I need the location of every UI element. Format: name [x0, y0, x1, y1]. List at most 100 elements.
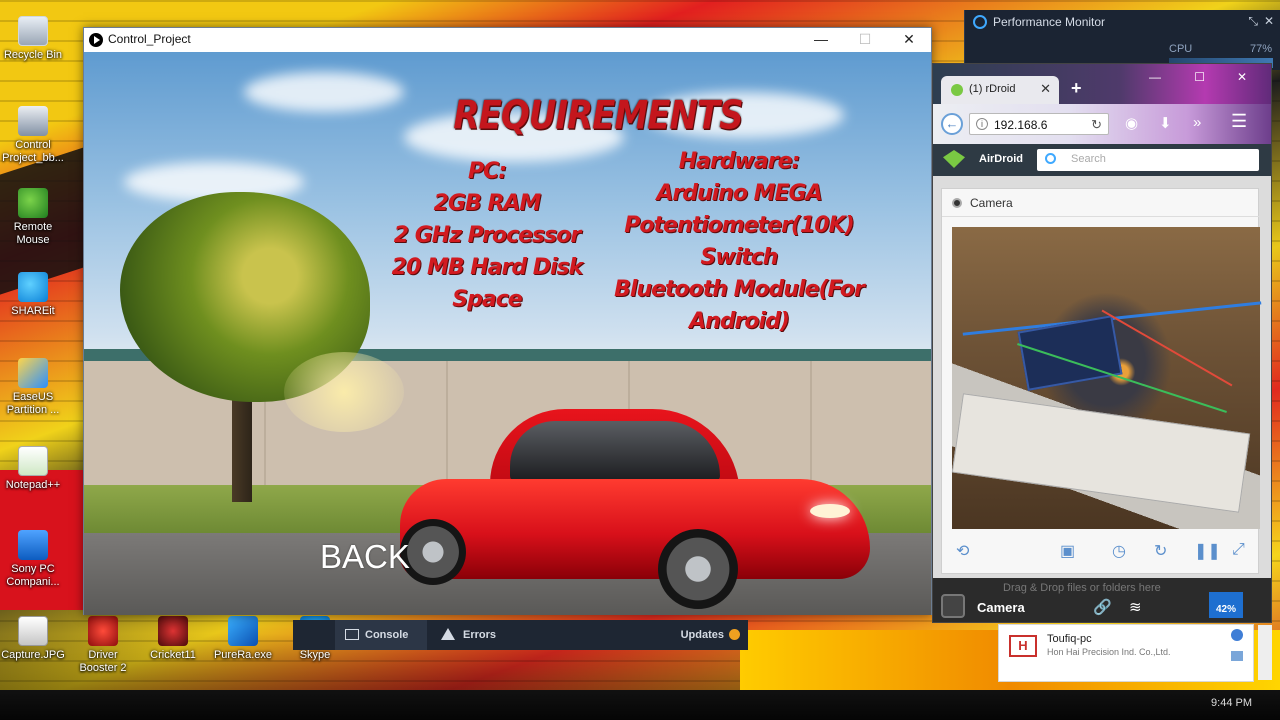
desktop-icon-control-project[interactable]: Control Project_bb...	[0, 106, 66, 165]
desktop-icon-label: Recycle Bin	[3, 49, 63, 61]
camera-lens-icon	[952, 198, 962, 208]
recycle-bin-icon	[18, 16, 48, 46]
info-icon[interactable]: i	[976, 118, 988, 130]
requirements-scene: REQUIREMENTS PC: 2GB RAM 2 GHz Processor…	[84, 52, 931, 615]
pc-requirement-line: 2 GHz Processor	[393, 223, 581, 248]
hardware-requirements: Hardware: Arduino MEGA Potentiometer(10K…	[584, 146, 894, 338]
unity-app-icon	[89, 33, 103, 47]
pause-icon[interactable]: ❚❚	[1194, 541, 1221, 561]
footer-camera-label: Camera	[977, 600, 1025, 615]
desktop-icon-label: Remote Mouse	[13, 221, 53, 246]
shareit-icon	[18, 272, 48, 302]
close-button[interactable]: ✕	[887, 28, 931, 52]
browser-tab-title: (1) rDroid	[969, 83, 1016, 95]
car-headlight	[810, 504, 850, 518]
device-name: Toufiq-pc	[1047, 633, 1092, 645]
maximize-button[interactable]: ☐	[843, 28, 887, 52]
browser-maximize-button[interactable]: ☐	[1194, 70, 1205, 84]
network-device-card[interactable]: H Toufiq-pc Hon Hai Precision Ind. Co.,L…	[998, 624, 1254, 682]
cloud	[244, 72, 404, 112]
errors-tab[interactable]: Errors	[435, 620, 496, 650]
desktop-icon-shareit[interactable]: SHAREit	[0, 272, 66, 318]
extension-icon[interactable]: ◉	[1125, 114, 1138, 132]
desktop-icon-notepad-plus-plus[interactable]: Notepad++	[0, 446, 66, 492]
timer-icon[interactable]: ◷	[1112, 541, 1126, 561]
camera-panel: Camera ⟲ ▣ ◷ ↻ ❚❚ ⤢	[941, 188, 1262, 574]
camera-panel-header: Camera	[942, 189, 1260, 217]
wifi-icon: ≋	[1129, 599, 1142, 616]
desktop-icon-remote-mouse[interactable]: Remote Mouse	[0, 188, 66, 247]
rotate-icon[interactable]: ↻	[1154, 541, 1167, 561]
close-icon[interactable]: ✕	[1264, 14, 1274, 28]
tab-close-icon[interactable]: ✕	[1040, 81, 1051, 97]
airdroid-search-input[interactable]: Search	[1037, 149, 1259, 171]
pin-icon[interactable]: ⤡	[1248, 14, 1258, 29]
hardware-requirement-line: Hardware:	[678, 149, 801, 174]
requirements-heading: REQUIREMENTS	[453, 93, 743, 139]
desktop-icon-label: Control Project_bb...	[2, 139, 64, 164]
overflow-chevron-icon[interactable]: »	[1193, 114, 1201, 131]
back-arrow-icon[interactable]: ←	[941, 113, 963, 135]
camera-app-icon	[941, 594, 965, 618]
device-vendor: Hon Hai Precision Ind. Co.,Ltd.	[1047, 647, 1171, 657]
desktop-icon-driver-booster[interactable]: Driver Booster 2	[70, 616, 136, 675]
desktop-icon-capture-jpg[interactable]: Capture.JPG	[0, 616, 66, 662]
jumper-wire	[1101, 309, 1233, 387]
taskbar	[0, 690, 1280, 720]
browser-tab[interactable]: (1) rDroid ✕	[941, 76, 1059, 104]
hamburger-menu-icon[interactable]: ☰	[1231, 111, 1247, 132]
download-icon[interactable]: ⬇	[1159, 114, 1172, 132]
address-bar[interactable]: i 192.168.6 ↻	[969, 113, 1109, 135]
hardware-requirement-line: Switch	[700, 245, 779, 270]
cricket11-icon	[158, 616, 188, 646]
warning-icon	[441, 628, 455, 640]
pc-requirement-line: PC:	[467, 159, 507, 184]
link-icon[interactable]: 🔗	[1093, 598, 1112, 616]
battery-indicator: 42%	[1209, 592, 1243, 618]
terminal-icon	[345, 629, 359, 640]
desktop-icon-cricket11[interactable]: Cricket11	[140, 616, 206, 662]
minimize-button[interactable]: —	[799, 28, 843, 52]
camera-toolbar: ⟲ ▣ ◷ ↻ ❚❚ ⤢	[942, 529, 1260, 573]
console-tab[interactable]: Console	[335, 620, 427, 650]
desktop-icon-sony-pc-companion[interactable]: Sony PC Compani...	[0, 530, 66, 589]
foxconn-logo-icon: H	[1009, 635, 1037, 657]
browser-minimize-button[interactable]: —	[1149, 70, 1161, 84]
browser-tabbar: (1) rDroid ✕ + — ☐ ✕	[933, 64, 1271, 104]
hardware-requirement-line: Bluetooth Module(For Android)	[614, 277, 865, 334]
desktop-icon-recycle-bin[interactable]: Recycle Bin	[0, 16, 66, 62]
drag-drop-hint: Drag & Drop files or folders here	[1003, 582, 1161, 594]
desktop-icon-label: PureRa.exe	[213, 649, 273, 661]
easeus-icon	[18, 358, 48, 388]
scrollbar[interactable]	[1258, 625, 1272, 680]
camera-panel-title: Camera	[970, 196, 1013, 210]
switch-camera-icon[interactable]: ⟲	[956, 541, 969, 561]
address-bar-text: 192.168.6	[994, 118, 1048, 132]
desktop-icon-easeus[interactable]: EaseUS Partition ...	[0, 358, 66, 417]
car-window	[510, 421, 720, 481]
console-tab-label: Console	[365, 629, 409, 641]
control-project-icon	[18, 106, 48, 136]
desktop-icon-purera[interactable]: PureRa.exe	[210, 616, 276, 662]
airdroid-logo-icon	[943, 150, 965, 168]
update-indicator-icon	[729, 629, 740, 640]
cpu-label: CPU	[1169, 43, 1193, 55]
search-icon	[1045, 153, 1056, 164]
fullscreen-icon[interactable]: ⤢	[1232, 541, 1245, 559]
network-icon	[1231, 651, 1243, 661]
errors-tab-label: Errors	[463, 629, 497, 641]
back-button[interactable]: BACK	[320, 538, 410, 576]
performance-monitor-title: Performance Monitor	[993, 15, 1106, 29]
browser-close-button[interactable]: ✕	[1237, 70, 1247, 84]
car-front-wheel	[658, 529, 738, 609]
sun-glow	[284, 352, 404, 432]
new-tab-button[interactable]: +	[1071, 78, 1082, 99]
reload-icon[interactable]: ↻	[1091, 117, 1102, 133]
desktop-icon-label: Driver Booster 2	[79, 649, 127, 674]
globe-icon	[1231, 629, 1243, 641]
snapshot-icon[interactable]: ▣	[1060, 541, 1075, 561]
updates-button[interactable]: Updates	[681, 620, 740, 650]
desktop-icon-label: Capture.JPG	[1, 649, 65, 661]
window-titlebar[interactable]: Control_Project — ☐ ✕	[84, 28, 931, 52]
camera-feed	[951, 227, 1262, 529]
